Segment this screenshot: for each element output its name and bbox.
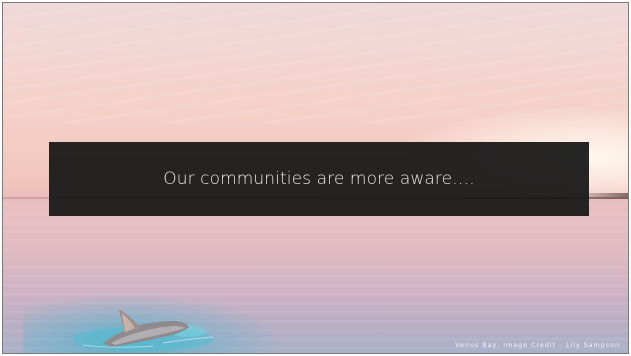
- sky-cloud-streaks: [3, 3, 628, 123]
- slide: Our communities are more aware…. Venus B…: [2, 2, 629, 354]
- dolphin-image: [73, 309, 214, 351]
- image-credit: Venus Bay, Image Credit – Lily Sampson: [455, 341, 620, 349]
- headline-banner: Our communities are more aware….: [49, 142, 589, 216]
- headline-text: Our communities are more aware….: [163, 169, 475, 189]
